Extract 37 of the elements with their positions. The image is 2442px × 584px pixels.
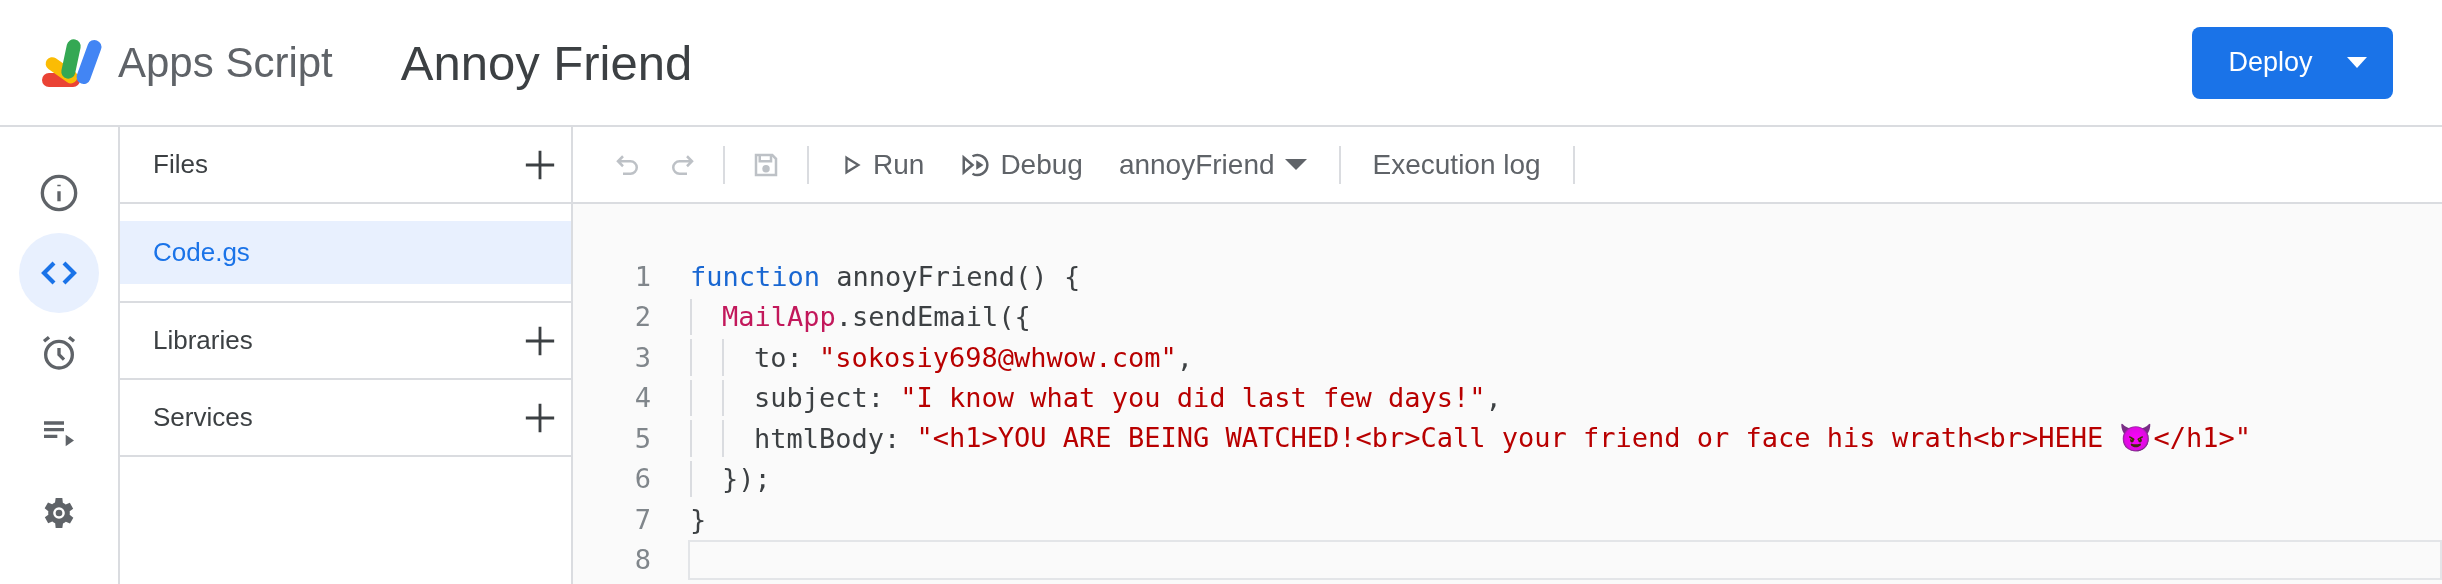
line-number: 3 bbox=[633, 340, 651, 375]
caret-icon bbox=[1284, 158, 1307, 171]
code-token: "sokosiy698@whwow.com" bbox=[819, 341, 1177, 373]
line-number: 7 bbox=[633, 502, 651, 537]
line-number: 1 bbox=[633, 259, 651, 294]
code-token: to: bbox=[754, 341, 804, 373]
line-number: 8 bbox=[633, 543, 651, 578]
file-item[interactable]: Code.gs bbox=[120, 221, 571, 284]
run-button[interactable]: Run bbox=[823, 148, 943, 181]
code-token: , bbox=[1176, 341, 1193, 373]
line-number: 6 bbox=[633, 462, 651, 497]
apps-script-logo bbox=[40, 36, 104, 89]
section-title: Files bbox=[153, 149, 208, 180]
section-title: Libraries bbox=[153, 325, 253, 356]
code-token: annoyFriend() { bbox=[835, 260, 1081, 292]
code-token: subject: bbox=[754, 382, 886, 414]
deploy-button[interactable]: Deploy bbox=[2192, 26, 2393, 99]
project-title[interactable]: Annoy Friend bbox=[400, 34, 693, 91]
code-token: } bbox=[690, 503, 707, 535]
code-token: }); bbox=[722, 463, 771, 495]
product-name: Apps Script bbox=[118, 38, 333, 87]
caret-icon bbox=[2346, 56, 2367, 69]
code-token: "I know what you did last few days!" bbox=[900, 382, 1486, 414]
section-title: Services bbox=[153, 402, 253, 433]
code-token: function bbox=[690, 260, 821, 292]
line-number: 4 bbox=[633, 381, 651, 416]
execution-log-button[interactable]: Execution log bbox=[1354, 148, 1559, 181]
line-number: 5 bbox=[633, 421, 651, 456]
code-token: .sendEmail({ bbox=[835, 301, 1031, 333]
code-token: "<h1>YOU ARE BEING WATCHED!<br>Call your friend or face his wrath<br>HEHE 😈</h1>" bbox=[916, 422, 2251, 455]
function-dropdown[interactable]: annoyFriend bbox=[1100, 148, 1325, 181]
debug-button[interactable]: Debug bbox=[942, 148, 1101, 181]
info-icon bbox=[39, 173, 79, 213]
code-token: MailApp bbox=[722, 301, 836, 333]
code-token: htmlBody: bbox=[754, 422, 902, 454]
code-token: , bbox=[1485, 382, 1502, 414]
line-number: 2 bbox=[633, 300, 651, 335]
